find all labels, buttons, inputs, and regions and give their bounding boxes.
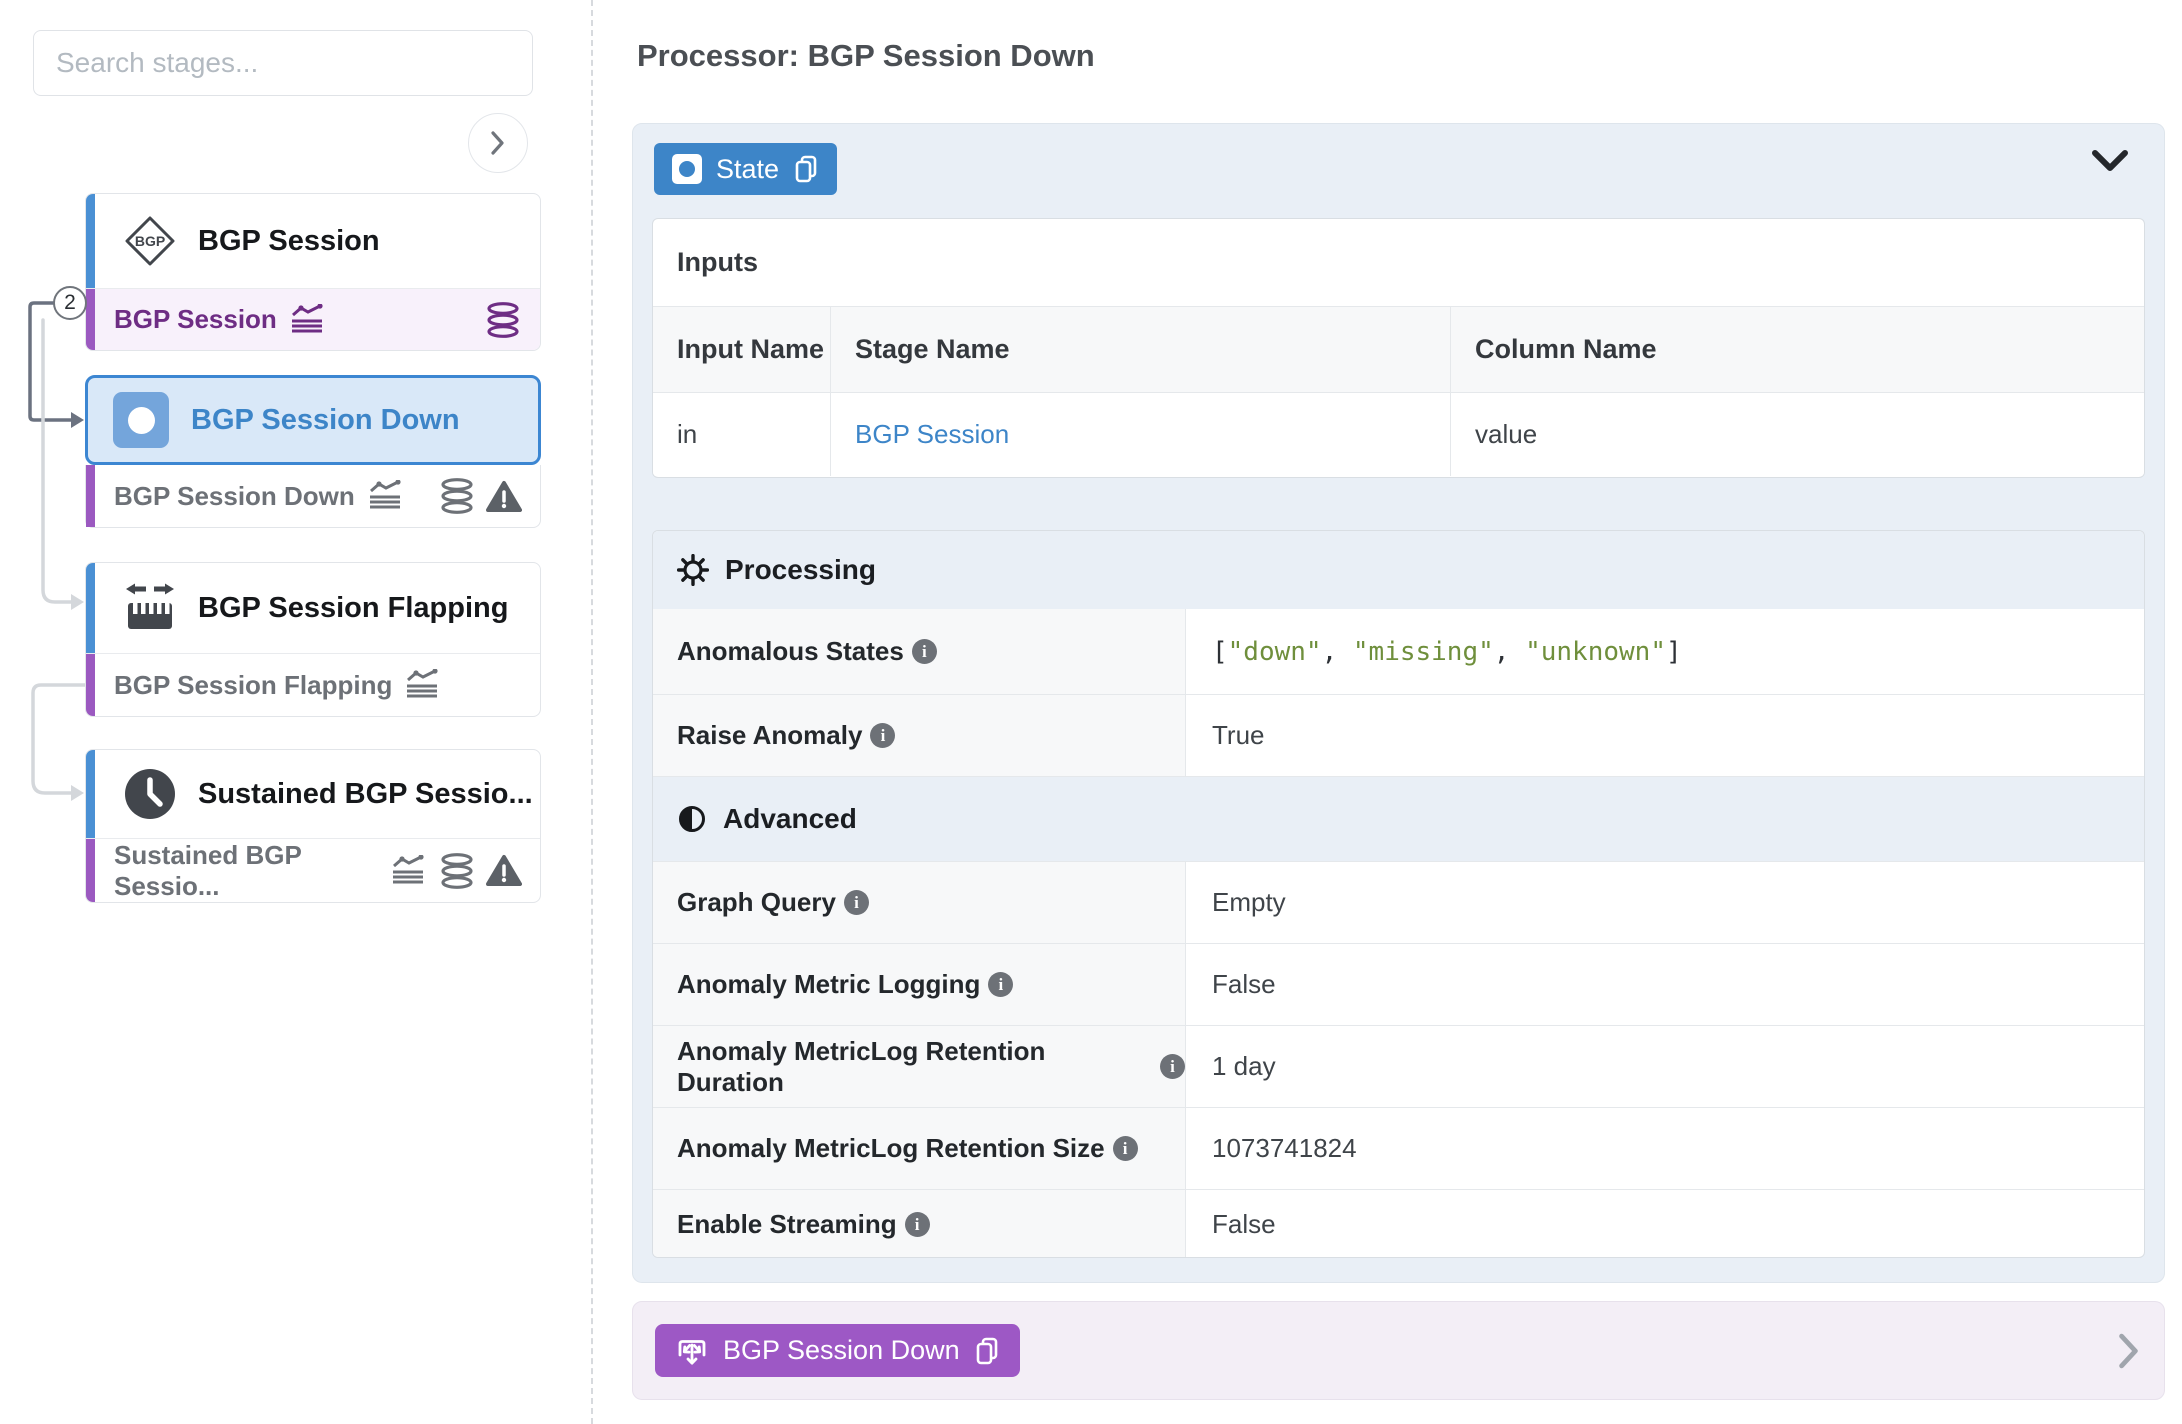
stage-bgp-session-down[interactable]: BGP Session Down [85,375,541,465]
half-circle-icon [677,804,707,834]
stage-output-count-badge: 2 [53,286,87,320]
stage-sustained-bgp-session[interactable]: Sustained BGP Sessio... [86,750,540,838]
state-button-label: State [716,154,779,185]
page-title: Processor: BGP Session Down [637,38,1095,74]
info-icon[interactable]: i [844,890,869,915]
inputs-title: Inputs [653,219,2144,307]
pipeline-connectors [14,280,94,825]
property-label: Anomaly Metric Logging [677,969,980,1000]
property-label: Enable Streaming [677,1209,897,1240]
section-title: Processing [725,554,876,586]
inputs-header-row: Input Name Stage Name Column Name [653,307,2144,393]
bgp-session-down-anomaly-button[interactable]: BGP Session Down [655,1324,1020,1377]
property-value: False [1186,1190,2144,1258]
property-row-retention-duration: Anomaly MetricLog Retention Duration i 1… [653,1025,2144,1107]
property-row-retention-size: Anomaly MetricLog Retention Size i 10737… [653,1107,2144,1189]
property-row-graph-query: Graph Query i Empty [653,861,2144,943]
stage-card-bgp-session-down: BGP Session Down BGP Session Down [85,375,541,528]
stage-name-link[interactable]: BGP Session [855,419,1009,450]
column-header-stage-name: Stage Name [831,307,1451,392]
info-icon[interactable]: i [870,723,895,748]
property-label: Anomalous States [677,636,904,667]
stage-sub-label: Sustained BGP Sessio... [114,840,378,902]
metrics-chart-icon [404,669,440,701]
property-row-anomaly-metric-logging: Anomaly Metric Logging i False [653,943,2144,1025]
column-header-input-name: Input Name [653,307,831,392]
info-icon[interactable]: i [905,1212,930,1237]
section-advanced: Advanced [653,776,2144,861]
column-header-column-name: Column Name [1451,307,2144,392]
svg-text:BGP: BGP [135,233,165,249]
stage-title: Sustained BGP Sessio... [198,778,533,811]
stage-title: BGP Session Down [191,404,460,437]
stage-sub-label: BGP Session [114,304,277,335]
stage-sub-bgp-session[interactable]: BGP Session [86,288,540,350]
stage-bgp-session[interactable]: BGP BGP Session [86,194,540,288]
stage-sub-label: BGP Session Down [114,481,355,512]
info-icon[interactable]: i [912,639,937,664]
property-value: Empty [1186,862,2144,943]
stage-title: BGP Session [198,225,380,258]
property-value: 1073741824 [1186,1108,2144,1189]
input-name-cell: in [653,393,831,476]
stage-sub-bgp-session-down[interactable]: BGP Session Down [86,465,540,527]
info-icon[interactable]: i [1113,1136,1138,1161]
stage-sub-label: BGP Session Flapping [114,670,392,701]
metrics-chart-icon [390,855,426,887]
property-value: 1 day [1186,1026,2144,1107]
property-label: Anomaly MetricLog Retention Duration [677,1036,1152,1098]
warning-icon [486,480,522,513]
chevron-right-icon [490,130,506,156]
database-icon [438,853,476,889]
stage-bgp-session-flapping[interactable]: BGP Session Flapping [86,563,540,653]
property-row-raise-anomaly: Raise Anomaly i True [653,694,2144,776]
state-button[interactable]: State [654,143,837,195]
column-name-cell: value [1451,393,2144,476]
stage-card-sustained-bgp-session: Sustained BGP Sessio... Sustained BGP Se… [85,749,541,903]
panel-collapse-button[interactable] [2092,150,2128,172]
footer-button-label: BGP Session Down [723,1335,960,1366]
database-icon [438,478,476,514]
info-icon[interactable]: i [1160,1054,1185,1079]
gear-icon [677,554,709,586]
property-label: Graph Query [677,887,836,918]
anomaly-output-icon [675,1335,709,1367]
flapping-ruler-icon [122,581,178,635]
property-value: False [1186,944,2144,1025]
property-value: ["down", "missing", "unknown"] [1186,609,2144,694]
copy-icon[interactable] [793,154,819,184]
section-title: Advanced [723,803,857,835]
footer-expand-chevron[interactable] [2118,1333,2140,1369]
sidebar-main-divider [591,0,593,1424]
stage-title: BGP Session Flapping [198,592,508,625]
stage-sub-bgp-session-flapping[interactable]: BGP Session Flapping [86,653,540,716]
stage-card-bgp-session-flapping: BGP Session Flapping BGP Session Flappin… [85,562,541,717]
copy-icon[interactable] [974,1336,1000,1366]
clock-icon [122,766,178,822]
inputs-table: Inputs Input Name Stage Name Column Name… [652,218,2145,478]
property-row-anomalous-states: Anomalous States i ["down", "missing", "… [653,609,2144,694]
processor-properties-table: Processing Anomalous States i ["down", "… [652,530,2145,1258]
metrics-chart-icon [367,480,403,512]
database-icon [484,302,522,338]
property-label: Anomaly MetricLog Retention Size [677,1133,1105,1164]
stage-card-bgp-session: BGP BGP Session BGP Session [85,193,541,351]
property-label: Raise Anomaly [677,720,862,751]
property-row-enable-streaming: Enable Streaming i False [653,1189,2144,1258]
section-processing: Processing [653,531,2144,609]
info-icon[interactable]: i [988,972,1013,997]
bgp-diamond-icon: BGP [122,213,178,269]
chevron-down-icon [2092,150,2128,172]
search-input[interactable] [33,30,533,96]
metrics-chart-icon [289,304,325,336]
state-stage-icon [113,392,169,448]
inputs-data-row: in BGP Session value [653,393,2144,476]
stage-sub-sustained-bgp-session[interactable]: Sustained BGP Sessio... [86,838,540,902]
state-icon [672,154,702,184]
property-value: True [1186,695,2144,776]
anomaly-footer-bar: BGP Session Down [632,1301,2165,1400]
sidebar-collapse-button[interactable] [468,113,528,173]
warning-icon [486,854,522,887]
